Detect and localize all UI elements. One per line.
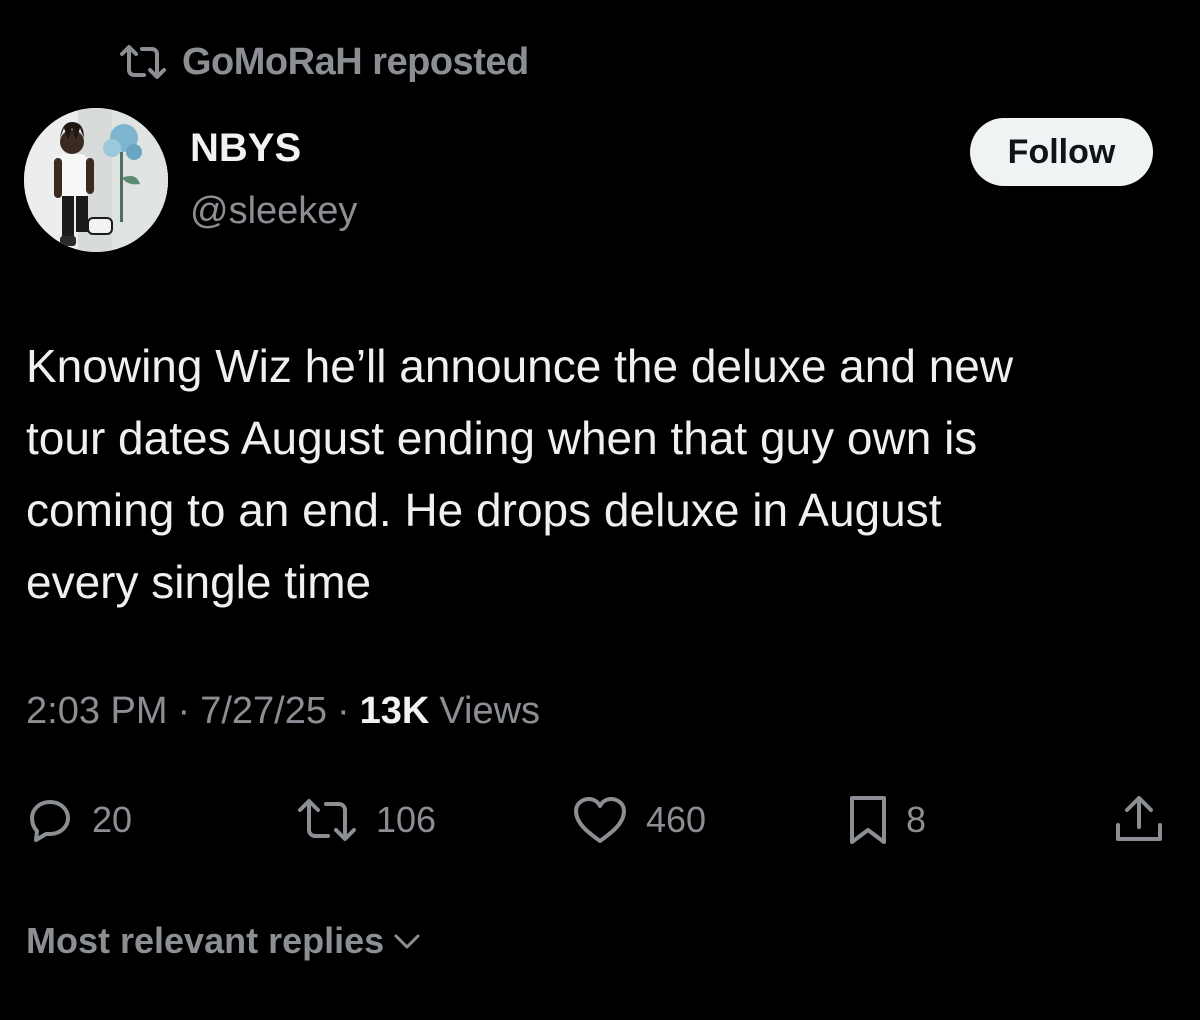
follow-button[interactable]: Follow [970, 118, 1153, 186]
like-button[interactable]: 460 [572, 788, 706, 852]
tweet-detail: GoMoRaH reposted NBYS @sleekey Follow Kn… [0, 0, 1200, 1020]
avatar[interactable] [24, 108, 168, 252]
meta-separator: · [177, 690, 191, 732]
share-button[interactable] [1112, 788, 1166, 852]
tweet-date[interactable]: 7/27/25 [200, 690, 327, 733]
tweet-text: Knowing Wiz he’ll announce the deluxe an… [26, 340, 1014, 608]
heart-icon [574, 797, 626, 843]
display-name[interactable]: NBYS [190, 126, 301, 171]
bookmark-button[interactable]: 8 [848, 788, 926, 852]
replies-sort-label: Most relevant replies [26, 920, 385, 961]
reply-count: 20 [92, 799, 133, 840]
repost-icon [120, 45, 166, 79]
meta-separator: · [336, 690, 350, 732]
repost-label: GoMoRaH reposted [182, 40, 529, 83]
bookmark-icon [850, 796, 886, 844]
repost-button[interactable]: 106 [296, 788, 436, 852]
share-icon [1116, 796, 1162, 841]
like-count: 460 [646, 799, 707, 840]
repost-icon [298, 799, 356, 841]
avatar-photo [24, 108, 168, 252]
tweet-meta: 2:03 PM · 7/27/25 · 13K Views [26, 690, 540, 733]
views-count: 13K [359, 690, 430, 732]
reply-icon [30, 800, 70, 842]
action-bar: 20 106 460 8 [0, 788, 1200, 852]
repost-count: 106 [376, 799, 437, 840]
repost-indicator[interactable]: GoMoRaH reposted [118, 38, 529, 86]
replies-sort-dropdown[interactable]: Most relevant replies [26, 916, 422, 966]
reply-button[interactable]: 20 [26, 788, 132, 852]
user-handle[interactable]: @sleekey [190, 190, 357, 233]
bookmark-count: 8 [906, 799, 927, 840]
views-label: Views [439, 690, 541, 732]
chevron-down-icon [394, 934, 420, 949]
tweet-time[interactable]: 2:03 PM [26, 690, 168, 733]
